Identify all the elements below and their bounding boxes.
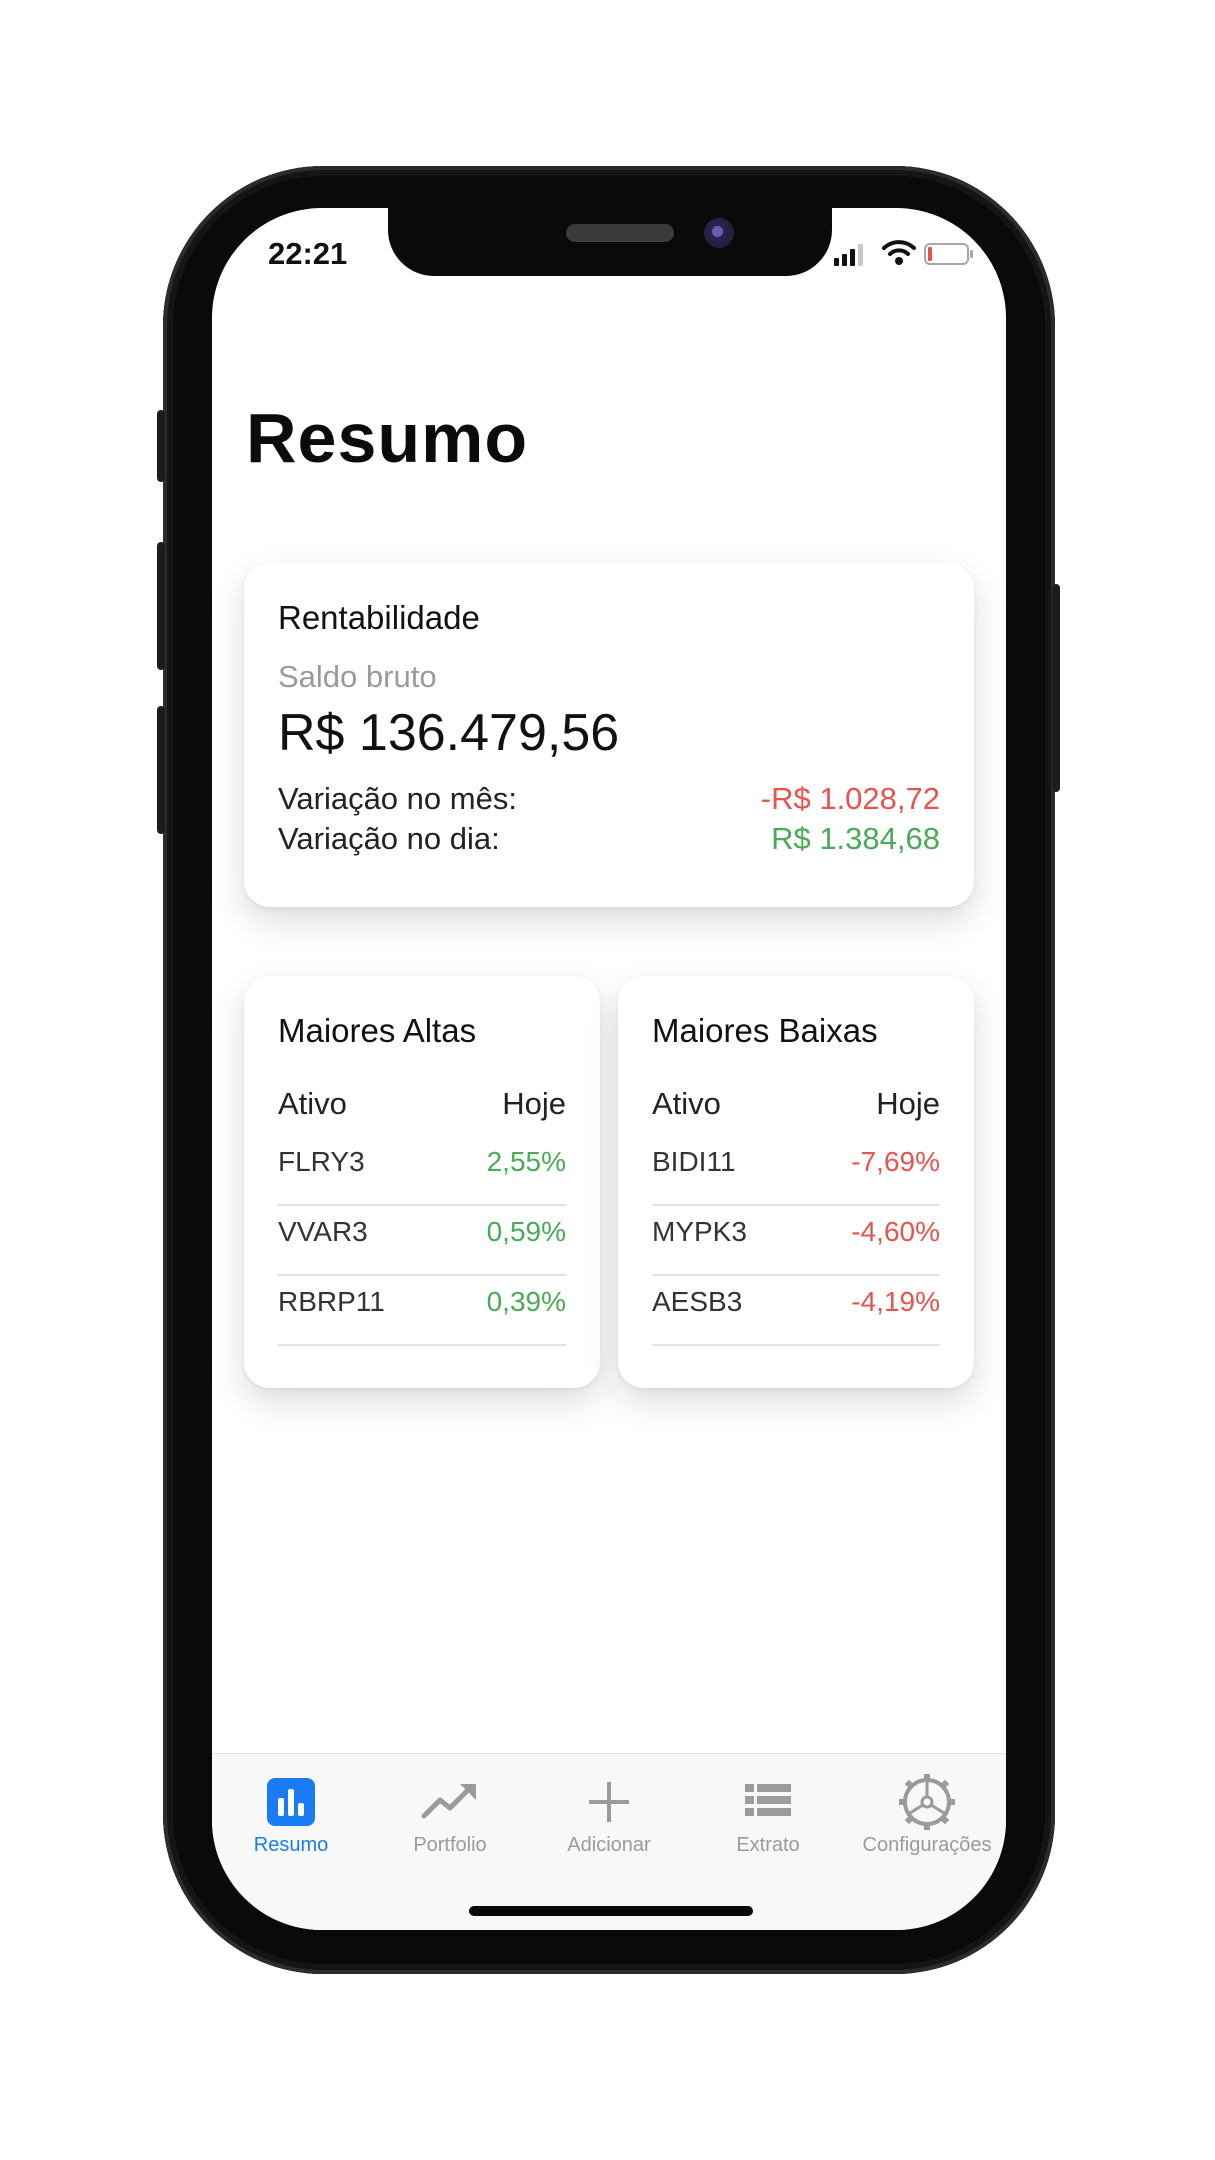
home-indicator[interactable] (469, 1906, 753, 1916)
gross-balance-label: Saldo bruto (278, 659, 437, 694)
bar-chart-icon (267, 1778, 315, 1826)
gross-balance-value: R$ 136.479,56 (278, 704, 620, 762)
tab-bar: Resumo Portfolio Adicionar Extrato Confi… (212, 1753, 1006, 1930)
tab-configuracoes[interactable]: Configurações (848, 1764, 1006, 1864)
column-header-asset: Ativo (652, 1086, 721, 1121)
gear-icon (899, 1774, 955, 1830)
asset-change: 2,55% (486, 1146, 566, 1177)
asset-change: 0,39% (486, 1286, 566, 1317)
asset-ticker: MYPK3 (652, 1216, 747, 1247)
day-variation-value: R$ 1.384,68 (771, 821, 940, 856)
profitability-card[interactable]: Rentabilidade Saldo bruto R$ 136.479,56 … (244, 563, 974, 907)
tab-extrato[interactable]: Extrato (689, 1764, 847, 1864)
wifi-icon (882, 240, 916, 265)
volume-up-button (157, 542, 165, 670)
table-row[interactable]: VVAR3 0,59% (278, 1204, 566, 1276)
speaker-grille (566, 224, 674, 242)
battery-low-icon (924, 243, 973, 265)
top-losers-card[interactable]: Maiores Baixas Ativo Hoje BIDI11 -7,69% … (618, 976, 974, 1388)
asset-change: -4,60% (851, 1216, 940, 1247)
cellular-signal-icon (834, 244, 863, 266)
table-header: Ativo Hoje (278, 1086, 566, 1126)
column-header-asset: Ativo (278, 1086, 347, 1121)
card-title: Rentabilidade (278, 599, 480, 636)
page-title: Resumo (246, 399, 529, 477)
asset-change: -7,69% (851, 1146, 940, 1177)
month-variation-label: Variação no mês: (278, 781, 517, 816)
day-variation-label: Variação no dia: (278, 821, 500, 856)
asset-ticker: BIDI11 (652, 1146, 736, 1177)
column-header-today: Hoje (876, 1086, 940, 1121)
month-variation-value: -R$ 1.028,72 (760, 781, 940, 816)
table-row[interactable]: BIDI11 -7,69% (652, 1134, 940, 1206)
front-camera (704, 218, 734, 248)
tab-label: Extrato (736, 1834, 800, 1856)
asset-change: -4,19% (851, 1286, 940, 1317)
column-header-today: Hoje (502, 1086, 566, 1121)
tab-label: Configurações (862, 1834, 992, 1856)
plus-icon (589, 1782, 629, 1822)
tab-label: Resumo (253, 1834, 329, 1856)
tab-portfolio[interactable]: Portfolio (371, 1764, 529, 1864)
action-button (157, 410, 165, 482)
tab-resumo[interactable]: Resumo (212, 1764, 370, 1864)
asset-ticker: RBRP11 (278, 1286, 385, 1317)
power-button (1052, 584, 1060, 792)
card-title: Maiores Baixas (652, 1012, 878, 1049)
list-icon (745, 1784, 791, 1816)
asset-ticker: AESB3 (652, 1286, 743, 1317)
asset-change: 0,59% (486, 1216, 566, 1247)
table-row[interactable]: FLRY3 2,55% (278, 1134, 566, 1206)
volume-down-button (157, 706, 165, 834)
tab-adicionar[interactable]: Adicionar (530, 1764, 688, 1864)
top-gainers-card[interactable]: Maiores Altas Ativo Hoje FLRY3 2,55% VVA… (244, 976, 600, 1388)
table-row[interactable]: MYPK3 -4,60% (652, 1204, 940, 1276)
status-time: 22:21 (268, 236, 348, 271)
tab-label: Adicionar (567, 1834, 651, 1856)
asset-ticker: FLRY3 (278, 1146, 365, 1177)
camera-notch (388, 208, 832, 276)
asset-ticker: VVAR3 (278, 1216, 368, 1247)
trending-up-icon (421, 1784, 476, 1819)
tab-label: Portfolio (413, 1834, 487, 1856)
table-row[interactable]: AESB3 -4,19% (652, 1274, 940, 1346)
phone-screen: 22:21 Resumo Rentabilidade Saldo bruto R… (212, 208, 1006, 1930)
table-header: Ativo Hoje (652, 1086, 940, 1126)
table-row[interactable]: RBRP11 0,39% (278, 1274, 566, 1346)
card-title: Maiores Altas (278, 1012, 477, 1049)
